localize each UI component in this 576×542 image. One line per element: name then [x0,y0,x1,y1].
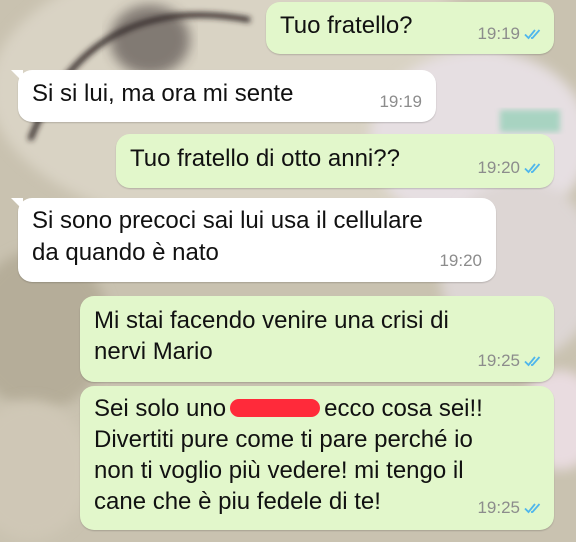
message-meta: 19:25 [477,493,544,523]
message-time: 19:19 [477,24,520,43]
message-time: 19:20 [477,158,520,177]
message-bubble-outgoing[interactable]: Tuo fratello di otto anni?? 19:20 [116,134,554,188]
message-text: Tuo fratello? [280,12,413,39]
message-text-line: Mi stai facendo venire una crisi di [94,307,449,334]
message-text-line: Sei solo uno ecco cosa sei!! [94,394,483,424]
message-time: 19:20 [439,251,482,270]
message-meta: 19:20 [439,246,482,276]
double-check-read-icon [524,29,541,40]
message-bubble-incoming[interactable]: Si si lui, ma ora mi sente 19:19 [11,70,436,122]
message-text-segment: Sei solo uno [94,395,227,422]
message-bubble-incoming[interactable]: Si sono precoci sai lui usa il cellulare… [11,198,496,282]
bubble-tail [11,198,23,210]
message-bubble-outgoing[interactable]: Sei solo uno ecco cosa sei!! Divertiti pu… [80,386,554,530]
message-text: Tuo fratello di otto anni?? [130,145,400,172]
message-text-line: non ti voglio più vedere! mi tengo il [94,457,464,484]
message-time: 19:19 [379,92,422,111]
message-text-line: nervi Mario [94,338,213,365]
message-text-segment: ecco cosa sei!! [324,395,483,422]
message-text-line: cane che è piu fedele di te! [94,488,381,515]
bubble-tail [11,70,23,82]
redaction-mark [230,398,321,417]
message-text-line: Si sono precoci sai lui usa il cellulare [32,207,423,234]
message-time: 19:25 [477,351,520,370]
message-meta: 19:19 [379,87,422,117]
double-check-read-icon [524,356,541,367]
double-check-read-icon [524,503,541,514]
message-text-line: da quando è nato [32,239,219,266]
message-time: 19:25 [477,498,520,517]
message-meta: 19:19 [477,19,544,49]
message-bubble-outgoing[interactable]: Tuo fratello? 19:19 [266,2,554,54]
message-meta: 19:25 [477,346,544,376]
message-text-line: Divertiti pure come ti pare perché io [94,426,473,453]
message-text: Si si lui, ma ora mi sente [32,80,294,107]
double-check-read-icon [524,163,541,174]
message-meta: 19:20 [477,153,544,183]
message-bubble-outgoing[interactable]: Mi stai facendo venire una crisi di nerv… [80,296,554,382]
